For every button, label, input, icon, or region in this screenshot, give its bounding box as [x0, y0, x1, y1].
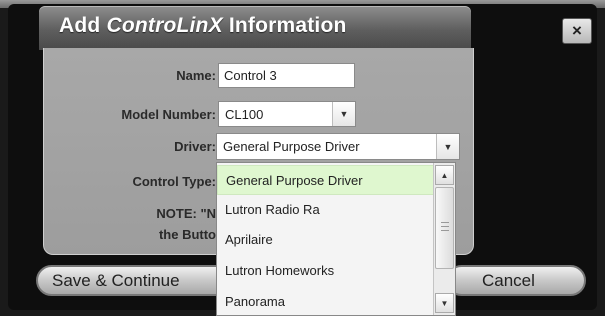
scroll-down-icon[interactable]: ▼: [435, 293, 454, 313]
name-label: Name:: [176, 68, 216, 83]
driver-value: General Purpose Driver: [223, 139, 360, 154]
cancel-button[interactable]: Cancel: [446, 265, 586, 296]
scroll-up-icon[interactable]: ▲: [435, 165, 454, 185]
dialog-title: Add ControLinX Information: [59, 14, 347, 38]
note-line-2: the Butto: [158, 227, 216, 242]
model-number-label: Model Number:: [121, 107, 216, 122]
title-prefix: Add: [59, 14, 107, 37]
chevron-down-icon[interactable]: ▼: [332, 102, 355, 126]
name-input[interactable]: [218, 63, 355, 88]
close-button[interactable]: ×: [562, 18, 592, 44]
dropdown-option[interactable]: Lutron Radio Ra: [217, 195, 435, 225]
driver-dropdown-list[interactable]: General Purpose Driver Lutron Radio Ra A…: [216, 162, 456, 316]
driver-select[interactable]: General Purpose Driver ▼: [216, 133, 460, 160]
driver-label: Driver:: [174, 139, 216, 154]
grip-line: [441, 222, 449, 223]
grip-line: [441, 226, 449, 227]
scrollbar-thumb[interactable]: [435, 187, 454, 269]
dropdown-option[interactable]: Aprilaire: [217, 225, 435, 255]
title-brand: ControLinX: [106, 14, 223, 37]
save-continue-button[interactable]: Save & Continue: [36, 265, 234, 296]
dropdown-scrollbar[interactable]: ▲ ▼: [433, 163, 455, 315]
save-continue-label: Save & Continue: [52, 270, 180, 290]
chevron-down-icon[interactable]: ▼: [436, 134, 459, 159]
model-number-select[interactable]: CL100 ▼: [218, 101, 356, 127]
cancel-label: Cancel: [482, 270, 535, 290]
model-number-value: CL100: [225, 107, 264, 122]
dropdown-option[interactable]: General Purpose Driver: [217, 165, 435, 195]
grip-line: [441, 230, 449, 231]
title-suffix: Information: [222, 14, 347, 37]
dropdown-option[interactable]: Lutron Homeworks: [217, 256, 435, 286]
control-type-label: Control Type:: [132, 174, 216, 189]
note-line-1: NOTE: "N: [156, 206, 216, 221]
dropdown-option[interactable]: Panorama: [217, 287, 435, 315]
close-icon: ×: [572, 21, 582, 40]
